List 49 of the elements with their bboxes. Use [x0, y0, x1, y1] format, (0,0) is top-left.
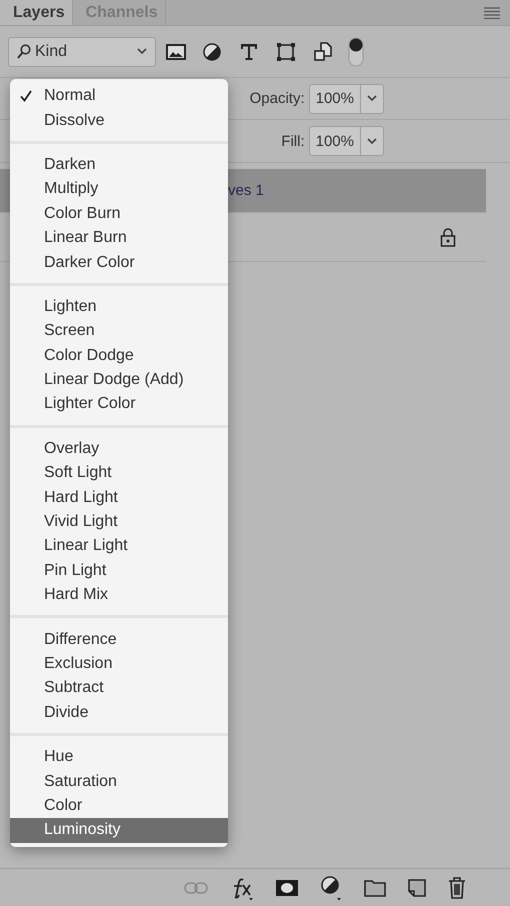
transform-icon[interactable]	[276, 42, 296, 62]
folder-icon[interactable]	[364, 878, 386, 896]
menu-item[interactable]: Soft Light	[10, 461, 228, 486]
menu-item[interactable]: Saturation	[10, 769, 228, 794]
trash-icon[interactable]	[448, 876, 466, 898]
search-icon	[17, 44, 31, 59]
chevron-down-icon	[367, 95, 377, 102]
menu-item[interactable]: Luminosity	[10, 818, 228, 843]
menu-item[interactable]: Subtract	[10, 676, 228, 701]
menu-item[interactable]: Linear Light	[10, 534, 228, 559]
menu-item[interactable]: Divide	[10, 700, 228, 725]
new-layer-icon[interactable]	[408, 878, 426, 896]
menu-item[interactable]: Hard Light	[10, 485, 228, 510]
toggle-switch-icon[interactable]	[348, 36, 364, 66]
menu-item[interactable]: Difference	[10, 627, 228, 652]
chevron-down-icon	[367, 138, 377, 144]
menu-item[interactable]: Darker Color	[10, 250, 228, 275]
type-icon[interactable]	[240, 42, 258, 60]
menu-item[interactable]: Screen	[10, 319, 228, 344]
menu-item[interactable]: Multiply	[10, 177, 228, 202]
menu-item[interactable]: Normal	[10, 84, 228, 108]
layer-name: ves 1	[228, 182, 265, 199]
panel-tab[interactable]: Layers	[0, 0, 73, 25]
filter-kind-dropdown[interactable]: Kind	[8, 36, 156, 66]
half-circle-icon[interactable]	[202, 42, 222, 62]
opacity-label: Opacity:	[250, 90, 305, 107]
menu-item[interactable]: Exclusion	[10, 652, 228, 676]
mask-icon[interactable]	[276, 880, 298, 896]
menu-item[interactable]: Pin Light	[10, 558, 228, 584]
menu-item[interactable]: Linear Burn	[10, 226, 228, 250]
half-circle-icon[interactable]	[320, 874, 342, 900]
opacity-field[interactable]: 100%	[308, 84, 384, 114]
menu-item[interactable]: Hard Mix	[10, 583, 228, 608]
menu-item[interactable]: Dissolve	[10, 108, 228, 133]
menu-item[interactable]: Lighter Color	[10, 392, 228, 417]
fill-label: Fill:	[281, 132, 305, 150]
menu-item[interactable]: Vivid Light	[10, 510, 228, 534]
menu-item[interactable]: Color	[10, 794, 228, 818]
menu-item[interactable]: Lighten	[10, 294, 228, 320]
fill-field[interactable]: 100%	[308, 126, 384, 156]
chevron-down-icon	[137, 48, 147, 55]
menu-item[interactable]: Overlay	[10, 436, 228, 462]
menu-item[interactable]: Hue	[10, 744, 228, 770]
smart-object-icon[interactable]	[314, 42, 332, 62]
menu-item[interactable]: Color Dodge	[10, 344, 228, 368]
image-icon[interactable]	[166, 44, 186, 60]
menu-item[interactable]: Linear Dodge (Add)	[10, 368, 228, 392]
menu-icon[interactable]	[484, 6, 500, 18]
lock-icon	[440, 228, 456, 246]
